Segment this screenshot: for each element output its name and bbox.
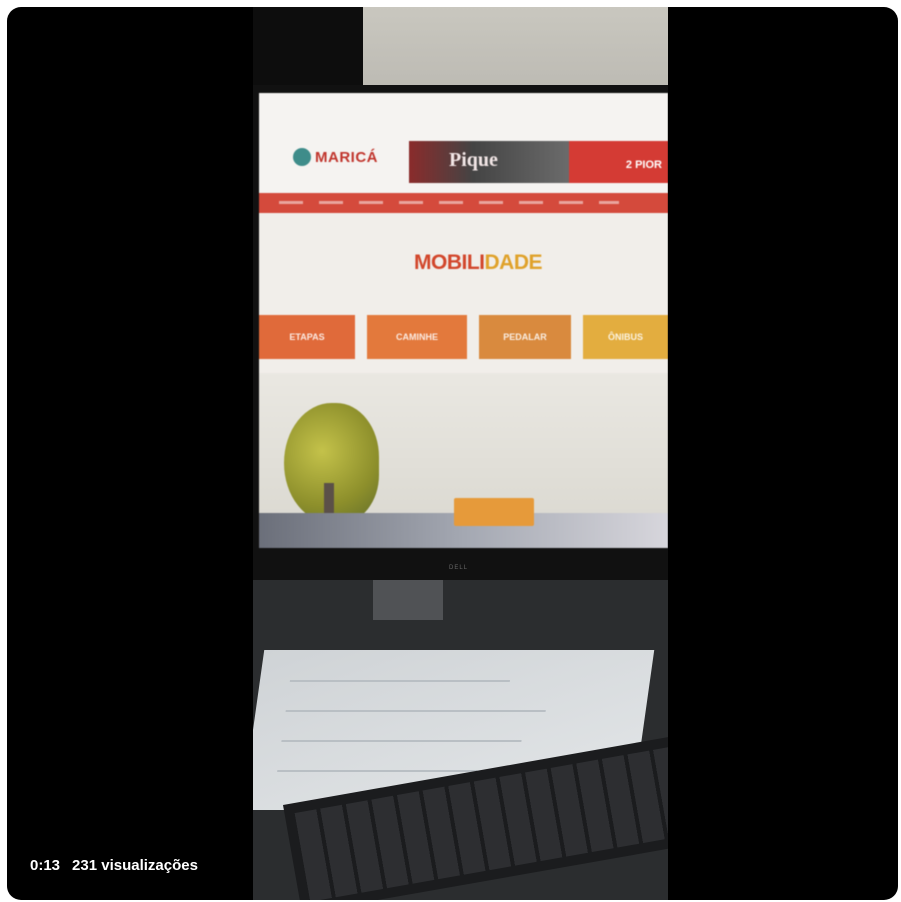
doc-line bbox=[289, 680, 511, 682]
monitor: MARICÁ Pique 2 PIOR MOBILIDADE ETAPAS CA… bbox=[253, 85, 668, 580]
header-banner: Pique 2 PIOR bbox=[409, 141, 668, 183]
monitor-brand-label: DELL bbox=[449, 565, 469, 571]
video-player[interactable]: MARICÁ Pique 2 PIOR MOBILIDADE ETAPAS CA… bbox=[7, 7, 898, 900]
logo-mark-icon bbox=[293, 148, 311, 166]
video-timestamp: 0:13 bbox=[30, 857, 61, 874]
doc-line bbox=[281, 740, 522, 742]
banner-left: Pique bbox=[409, 141, 569, 183]
tile-3: PEDALAR bbox=[479, 315, 571, 359]
site-logo: MARICÁ bbox=[293, 148, 378, 166]
tile-1: ETAPAS bbox=[259, 315, 355, 359]
monitor-screen: MARICÁ Pique 2 PIOR MOBILIDADE ETAPAS CA… bbox=[259, 93, 668, 548]
doc-line bbox=[285, 710, 546, 712]
tile-2: CAMINHE bbox=[367, 315, 467, 359]
video-overlay: 0:13 231 visualizações bbox=[30, 857, 198, 874]
site-nav-bar bbox=[259, 193, 668, 213]
tile-row: ETAPAS CAMINHE PEDALAR ÔNIBUS bbox=[259, 315, 668, 359]
site-header: MARICÁ Pique 2 PIOR bbox=[259, 93, 668, 203]
hero-button bbox=[454, 498, 534, 526]
doc-line bbox=[277, 770, 478, 772]
banner-right: 2 PIOR bbox=[569, 141, 668, 183]
video-frame[interactable]: MARICÁ Pique 2 PIOR MOBILIDADE ETAPAS CA… bbox=[253, 7, 668, 900]
view-count: 231 visualizações bbox=[72, 857, 198, 874]
wall-shadow bbox=[253, 7, 363, 87]
tile-4: ÔNIBUS bbox=[583, 315, 668, 359]
banner-left-text: Pique bbox=[449, 149, 498, 171]
feature-logo-part2: DADE bbox=[484, 251, 543, 274]
feature-logo: MOBILIDADE bbox=[414, 251, 543, 275]
nav-items-blurred bbox=[279, 201, 619, 204]
feature-logo-part1: MOBILI bbox=[414, 251, 485, 274]
monitor-stand bbox=[373, 580, 443, 620]
banner-right-text: 2 PIOR bbox=[625, 159, 662, 171]
desk bbox=[253, 580, 668, 900]
hero-image bbox=[259, 373, 668, 548]
site-logo-text: MARICÁ bbox=[315, 148, 378, 166]
